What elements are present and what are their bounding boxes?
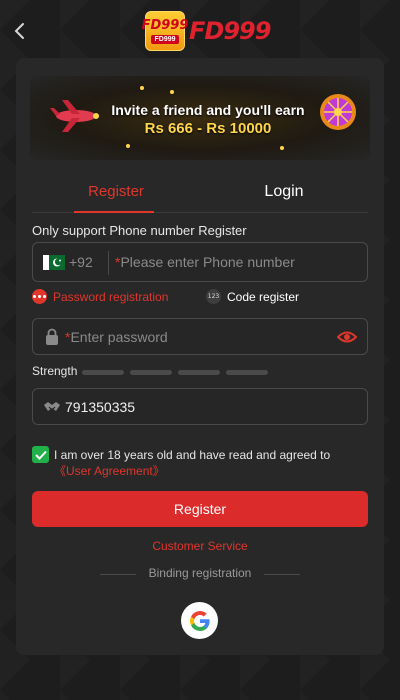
logo-text: FD999	[189, 17, 271, 45]
password-field[interactable]: *Enter password	[32, 318, 368, 355]
banner-headline: Invite a friend and you'll earn	[111, 102, 305, 118]
eye-icon[interactable]	[337, 328, 357, 346]
password-registration-label: Password registration	[53, 289, 169, 304]
country-code[interactable]: +92	[69, 254, 93, 270]
registration-mode-row: Password registration 123 Code register	[32, 289, 368, 309]
google-icon	[189, 610, 210, 631]
numeric-code-icon: 123	[206, 289, 221, 304]
handshake-icon	[44, 402, 60, 411]
active-tab-indicator	[74, 211, 154, 213]
password-dots-icon	[32, 289, 47, 304]
logo-badge: FD999 FD999	[142, 11, 188, 51]
strength-bar	[226, 370, 268, 375]
pakistan-flag-icon	[43, 255, 65, 270]
logo-badge-text: FD999	[141, 17, 189, 33]
prize-wheel-icon	[320, 94, 356, 130]
lock-icon	[46, 328, 58, 345]
customer-service-link[interactable]: Customer Service	[0, 539, 400, 553]
invite-code-field[interactable]: 791350335	[32, 388, 368, 425]
register-hint: Only support Phone number Register	[32, 223, 247, 238]
strength-bar	[82, 370, 124, 375]
confetti-dot	[140, 86, 144, 90]
auth-tabs: Register Login	[32, 170, 368, 213]
password-placeholder: *Enter password	[65, 329, 168, 345]
confetti-dot	[170, 90, 174, 94]
google-login-button[interactable]	[181, 602, 218, 639]
top-bar: FD999 FD999 FD999	[0, 0, 400, 60]
field-divider	[108, 251, 109, 275]
user-agreement-link[interactable]: 《User Agreement》	[54, 464, 165, 478]
binding-registration-label: Binding registration	[148, 566, 252, 580]
banner-reward: Rs 666 - Rs 10000	[144, 120, 272, 137]
code-register-label: Code register	[227, 289, 300, 304]
password-strength: Strength	[32, 364, 368, 380]
strength-label: Strength	[32, 364, 78, 378]
phone-placeholder: *Please enter Phone number	[115, 254, 295, 270]
chevron-left-icon	[14, 23, 24, 39]
agreement-text: I am over 18 years old and have read and…	[54, 448, 331, 478]
confetti-dot	[126, 144, 130, 148]
invite-code-value: 791350335	[65, 399, 136, 415]
phone-field[interactable]: +92 *Please enter Phone number	[32, 242, 368, 282]
tab-register[interactable]: Register	[32, 170, 200, 213]
invite-banner[interactable]: Invite a friend and you'll earn Rs 666 -…	[30, 76, 370, 160]
agreement-checkbox[interactable]	[32, 446, 49, 463]
app-logo: FD999 FD999 FD999	[142, 10, 271, 52]
logo-badge-sub: FD999	[151, 34, 179, 44]
strength-bar	[130, 370, 172, 375]
confetti-dot	[280, 146, 284, 150]
tab-login[interactable]: Login	[200, 170, 368, 213]
airplane-icon	[50, 100, 99, 132]
code-register-option[interactable]: 123 Code register	[206, 289, 299, 304]
strength-bar	[178, 370, 220, 375]
divider-line	[264, 574, 300, 575]
back-button[interactable]	[8, 18, 30, 44]
binding-divider: Binding registration	[100, 566, 300, 582]
password-registration-option[interactable]: Password registration	[32, 289, 168, 304]
checkmark-icon	[34, 450, 47, 460]
register-button[interactable]: Register	[32, 491, 368, 527]
